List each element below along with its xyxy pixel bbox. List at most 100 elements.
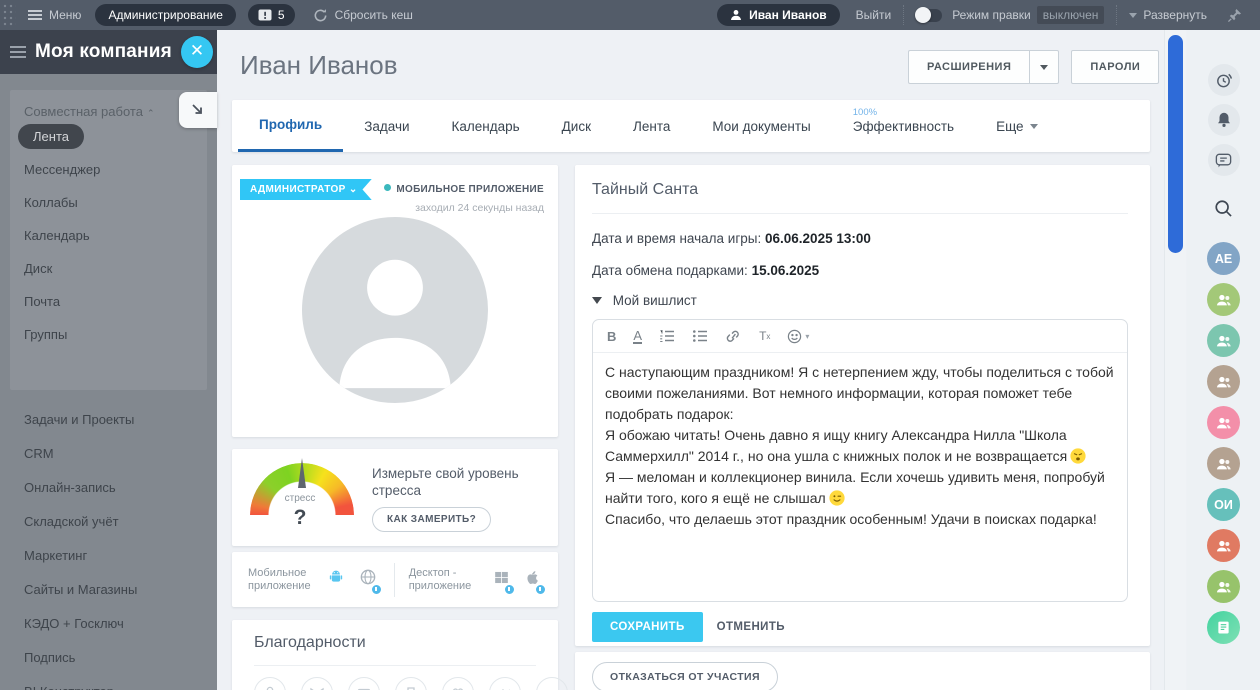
- gauge-value: ?: [248, 506, 352, 530]
- tab-calendar[interactable]: Календарь: [431, 100, 541, 152]
- bold-button[interactable]: B: [607, 329, 616, 344]
- editor-toolbar: B A Tx ▾: [593, 320, 1127, 353]
- tab-feed[interactable]: Лента: [612, 100, 691, 152]
- refresh-icon: [313, 8, 328, 23]
- group-avatar[interactable]: [1207, 529, 1240, 562]
- tab-disk[interactable]: Диск: [541, 100, 612, 152]
- sidebar-item-groups[interactable]: Группы: [10, 318, 207, 351]
- decline-participation-button[interactable]: ОТКАЗАТЬСЯ ОТ УЧАСТИЯ: [592, 662, 778, 690]
- extensions-dropdown-button[interactable]: [1029, 50, 1059, 84]
- bullet-list-button[interactable]: [692, 329, 708, 343]
- android-app-button[interactable]: [326, 567, 346, 592]
- sidebar-item-sign[interactable]: Подпись: [10, 640, 207, 674]
- text-color-button[interactable]: A: [633, 329, 642, 344]
- tab-my-documents[interactable]: Мои документы: [691, 100, 831, 152]
- messenger-button[interactable]: [1208, 144, 1240, 176]
- game-start-line: Дата и время начала игры: 06.06.2025 13:…: [592, 231, 1128, 246]
- sidebar-item-mail[interactable]: Почта: [10, 285, 207, 318]
- profile-card: АДМИНИСТРАТОР ⌄ МОБИЛЬНОЕ ПРИЛОЖЕНИЕ зах…: [232, 165, 558, 437]
- save-button[interactable]: СОХРАНИТЬ: [592, 612, 703, 642]
- how-to-measure-button[interactable]: КАК ЗАМЕРИТЬ?: [372, 507, 491, 532]
- sidebar-item-crm[interactable]: CRM: [10, 436, 207, 470]
- tab-profile[interactable]: Профиль: [238, 100, 343, 152]
- emoji-button[interactable]: ▾: [787, 329, 809, 344]
- wishlist-text: С наступающим праздником! Я с нетерпение…: [605, 364, 1114, 422]
- group-avatar[interactable]: [1207, 406, 1240, 439]
- sidebar-item-marketing[interactable]: Маркетинг: [10, 538, 207, 572]
- reset-cache-button[interactable]: Сбросить кеш: [313, 8, 413, 23]
- edit-mode-toggle[interactable]: [916, 9, 942, 22]
- sidebar-close-button[interactable]: ✕: [181, 36, 213, 68]
- expand-button[interactable]: Развернуть: [1129, 8, 1207, 22]
- clear-format-button[interactable]: Tx: [759, 329, 770, 343]
- editor-buttons: СОХРАНИТЬ ОТМЕНИТЬ: [592, 612, 1128, 642]
- badge-trophy-icon[interactable]: [395, 677, 427, 690]
- avatar-ae[interactable]: AE: [1207, 242, 1240, 275]
- sidebar-item-disk[interactable]: Диск: [10, 252, 207, 285]
- numbered-list-button[interactable]: [659, 329, 675, 343]
- badge-people-icon[interactable]: [442, 677, 474, 690]
- sidebar-item-messenger[interactable]: Мессенджер: [10, 153, 207, 186]
- mac-app-download-button[interactable]: [523, 568, 542, 592]
- sidebar-item-kedo[interactable]: КЭДО + Госключ: [10, 606, 207, 640]
- tab-more[interactable]: Еще: [975, 100, 1058, 152]
- notifications-button[interactable]: [1208, 104, 1240, 136]
- chat-icon: [1214, 151, 1233, 170]
- download-badge-icon: [371, 584, 382, 595]
- group-avatar[interactable]: [1207, 283, 1240, 316]
- stress-gauge[interactable]: стресс ?: [248, 459, 358, 536]
- scrollbar-thumb[interactable]: [1168, 35, 1183, 253]
- badge-more-icon[interactable]: [536, 677, 568, 690]
- bell-icon: [1215, 111, 1233, 129]
- group-label-collaboration[interactable]: Совместная работа⌃: [10, 90, 207, 119]
- group-avatar[interactable]: [1207, 570, 1240, 603]
- drag-grip-icon[interactable]: [2, 3, 16, 27]
- wishlist-toggle[interactable]: Мой вишлист: [592, 293, 1128, 308]
- news-channel-avatar[interactable]: [1207, 611, 1240, 644]
- sidebar-item-sites-stores[interactable]: Сайты и Магазины: [10, 572, 207, 606]
- timeman-button[interactable]: [1208, 64, 1240, 96]
- windows-app-download-button[interactable]: [492, 568, 511, 592]
- sidebar-collapse-button[interactable]: [179, 92, 217, 128]
- decline-card: ОТКАЗАТЬСЯ ОТ УЧАСТИЯ: [575, 652, 1150, 690]
- badge-bow-icon[interactable]: [301, 677, 333, 690]
- tab-efficiency[interactable]: 100% Эффективность: [832, 100, 975, 152]
- scrollbar-track[interactable]: [1164, 30, 1186, 690]
- badge-handshake-icon[interactable]: [489, 677, 521, 690]
- sidebar-item-inventory[interactable]: Складской учёт: [10, 504, 207, 538]
- group-avatar[interactable]: [1207, 324, 1240, 357]
- last-seen: заходил 24 секунды назад: [384, 202, 544, 214]
- extensions-split-button: РАСШИРЕНИЯ: [908, 50, 1059, 84]
- role-badge[interactable]: АДМИНИСТРАТОР ⌄: [240, 179, 372, 200]
- extensions-button[interactable]: РАСШИРЕНИЯ: [908, 50, 1029, 84]
- notifications-counter[interactable]: 5: [248, 4, 295, 26]
- sidebar-item-tasks-projects[interactable]: Задачи и Проекты: [10, 402, 207, 436]
- pin-button[interactable]: [1227, 8, 1242, 23]
- menu-button[interactable]: Меню: [28, 8, 81, 22]
- avatar[interactable]: [302, 217, 488, 403]
- logout-link[interactable]: Выйти: [856, 8, 892, 22]
- sidebar-hamburger-icon[interactable]: [10, 51, 26, 53]
- wishlist-text-area[interactable]: С наступающим праздником! Я с нетерпение…: [593, 353, 1127, 602]
- sidebar-item-bi-builder[interactable]: BI Конструктор: [10, 674, 207, 690]
- group-avatar[interactable]: [1207, 365, 1240, 398]
- link-button[interactable]: [725, 329, 742, 343]
- search-button[interactable]: [1208, 192, 1240, 224]
- sidebar-item-collabs[interactable]: Коллабы: [10, 186, 207, 219]
- group-avatar[interactable]: [1207, 447, 1240, 480]
- badge-person-icon[interactable]: [254, 677, 286, 690]
- avatar-oi[interactable]: ОИ: [1207, 488, 1240, 521]
- cancel-button[interactable]: ОТМЕНИТЬ: [717, 621, 785, 633]
- sidebar-item-online-booking[interactable]: Онлайн-запись: [10, 470, 207, 504]
- sidebar-item-calendar[interactable]: Календарь: [10, 219, 207, 252]
- mobile-web-download-button[interactable]: [358, 567, 378, 592]
- people-icon: [1214, 331, 1234, 351]
- tab-tasks[interactable]: Задачи: [343, 100, 430, 152]
- sidebar-item-lenta[interactable]: Лента: [18, 124, 84, 149]
- current-user-button[interactable]: Иван Иванов: [717, 4, 840, 26]
- company-title: Моя компания: [35, 41, 172, 63]
- badge-banner-icon[interactable]: [348, 677, 380, 690]
- wishlist-text: Я — меломан и коллекционер винила. Если …: [605, 469, 1105, 506]
- passwords-button[interactable]: ПАРОЛИ: [1071, 50, 1159, 84]
- administration-button[interactable]: Администрирование: [95, 4, 235, 26]
